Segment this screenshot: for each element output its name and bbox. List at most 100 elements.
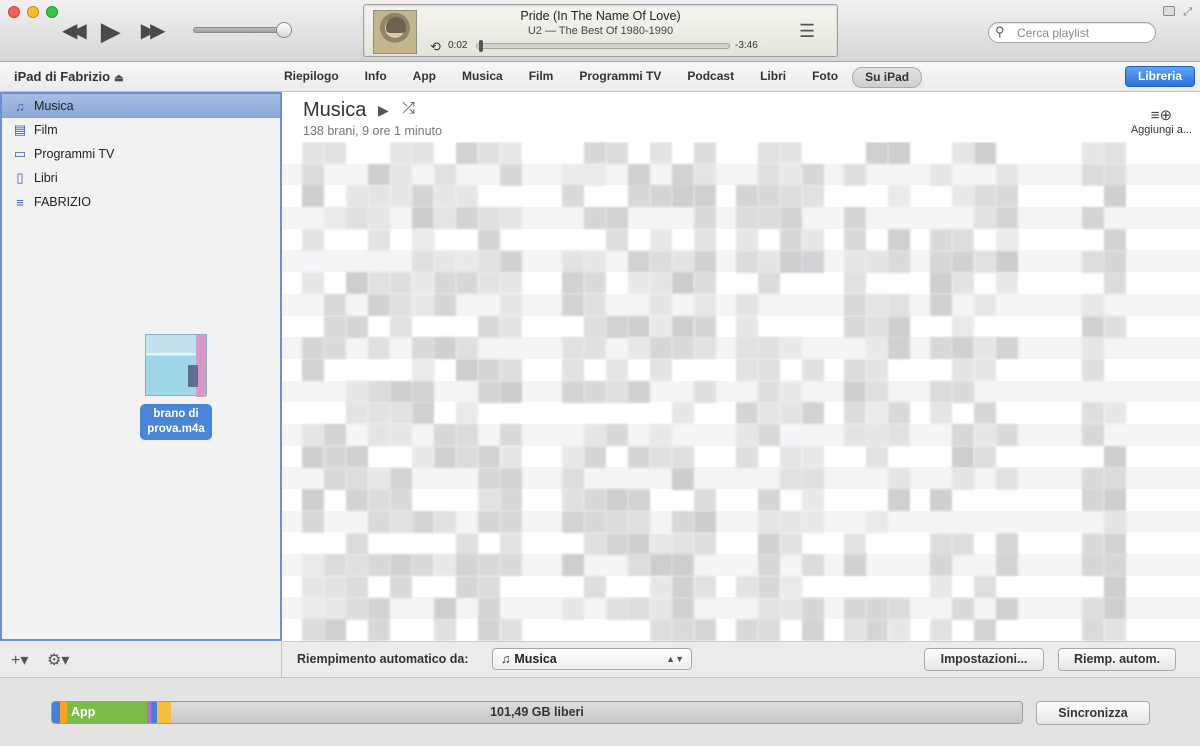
main-header: Musica ▶ ⤮ 138 brani, 9 ore 1 minuto ≡⊕ … [282,92,1200,142]
blurred-cell [412,185,434,208]
blurred-cell [780,185,802,208]
blurred-cell [434,163,456,186]
tab-libri[interactable]: Libri [748,67,798,88]
autofill-source-select[interactable]: ♫ Musica ▲▼ [492,648,692,670]
main-content: Musica ▶ ⤮ 138 brani, 9 ore 1 minuto ≡⊕ … [282,92,1200,641]
tab-podcast[interactable]: Podcast [675,67,746,88]
time-elapsed: 0:02 [448,40,468,51]
tab-foto[interactable]: Foto [800,67,850,88]
shuffle-icon[interactable]: ⤮ [402,100,415,118]
next-track-button[interactable]: ▶▶ [141,21,166,41]
add-to-button[interactable]: ≡⊕ Aggiungi a... [1131,106,1192,136]
blurred-cell [844,272,866,295]
blurred-cell [736,424,758,447]
blurred-cell [346,489,368,512]
blurred-cell [456,402,478,425]
sidebar-item-label: FABRIZIO [34,195,91,209]
blurred-cell [758,380,780,403]
bottom-bar: Riempimento automatico da: ♫ Musica ▲▼ Im… [283,641,1200,677]
playback-head[interactable] [479,40,483,52]
blurred-cell [650,185,672,208]
minimize-window-button[interactable] [27,6,39,18]
blurred-cell [324,337,346,360]
playback-progress-bar[interactable] [476,40,730,52]
tab-musica[interactable]: Musica [450,67,515,88]
sidebar-item-film[interactable]: ▤ Film [2,118,280,142]
tab-info[interactable]: Info [353,67,399,88]
blurred-cell [1082,597,1104,620]
blurred-cell [844,163,866,186]
blurred-cell [562,380,584,403]
blurred-cell [500,359,522,381]
blurred-cell [758,142,780,164]
blurred-cell [1104,315,1126,338]
blurred-cell [584,250,606,273]
blurred-cell [866,380,888,403]
blurred-cell [930,402,952,425]
tab-riepilogo[interactable]: Riepilogo [272,67,351,88]
blurred-cell [500,272,522,295]
autofill-label: Riempimento automatico da: [297,652,469,666]
fullscreen-icon[interactable]: ⤢ [1183,6,1192,19]
play-icon[interactable]: ▶ [378,102,389,119]
blurred-cell [368,467,390,490]
blurred-cell [456,576,478,598]
library-button[interactable]: Libreria [1125,66,1195,87]
sidebar-item-libri[interactable]: ▯ Libri [2,166,280,190]
blurred-cell [1104,250,1126,273]
blurred-cell [844,424,866,447]
blurred-cell [584,489,606,512]
add-to-playlist-icon: ≡⊕ [1150,107,1173,124]
gear-icon[interactable]: ⚙▾ [47,650,69,670]
sidebar-item-programmi-tv[interactable]: ▭ Programmi TV [2,142,280,166]
close-window-button[interactable] [8,6,20,18]
blurred-cell [930,554,952,577]
volume-knob[interactable] [276,22,292,38]
blurred-cell [302,359,324,381]
sidebar-item-musica[interactable]: ♫ Musica [2,94,280,118]
miniplayer-icon[interactable] [1163,6,1176,16]
zoom-window-button[interactable] [46,6,58,18]
blurred-cell [736,402,758,425]
blurred-cell [456,142,478,164]
tab-programmi-tv[interactable]: Programmi TV [567,67,673,88]
sidebar-item-label: Musica [34,99,74,113]
dragged-audio-file[interactable]: brano di prova.m4a [136,334,216,440]
blurred-cell [974,207,996,230]
blurred-cell [324,467,346,490]
capacity-meter[interactable]: App 101,49 GB liberi [51,701,1023,724]
blurred-cell [672,185,694,208]
blurred-cell [302,576,324,598]
blurred-cell [694,619,716,641]
search-input[interactable] [1017,25,1147,40]
volume-slider[interactable] [193,22,292,38]
blurred-cell [302,510,324,533]
blurred-cell [346,467,368,490]
repeat-icon[interactable]: ⟲ [430,39,441,55]
sidebar-item-fabrizio[interactable]: ≡ FABRIZIO [2,190,280,214]
device-name[interactable]: iPad di Fabrizio ⏏ [14,69,124,84]
search-field[interactable]: ⚲ [988,22,1156,43]
tab-film[interactable]: Film [517,67,566,88]
device-sidebar: ♫ Musica ▤ Film ▭ Programmi TV ▯ Libri ≡… [0,92,282,641]
autofill-button[interactable]: Riemp. autom. [1058,648,1176,671]
blurred-cell [780,228,802,251]
blurred-cell [1104,272,1126,295]
blurred-cell [628,445,650,468]
previous-track-button[interactable]: ◀◀ [62,21,87,41]
blurred-cell [780,532,802,555]
sync-button[interactable]: Sincronizza [1036,701,1150,725]
blurred-cell [802,554,824,577]
play-button[interactable]: ▶ [101,18,121,44]
search-icon[interactable]: ⚲ [995,24,1005,40]
blurred-cell [368,163,390,186]
tab-app[interactable]: App [401,67,448,88]
settings-button[interactable]: Impostazioni... [924,648,1044,671]
blurred-cell [844,619,866,641]
add-icon[interactable]: +▾ [11,650,28,670]
up-next-list-icon[interactable]: ☰ [799,21,815,42]
tab-su-ipad[interactable]: Su iPad [852,67,923,88]
blurred-cell [390,293,412,316]
blurred-cell [500,163,522,186]
eject-icon[interactable]: ⏏ [114,73,123,84]
